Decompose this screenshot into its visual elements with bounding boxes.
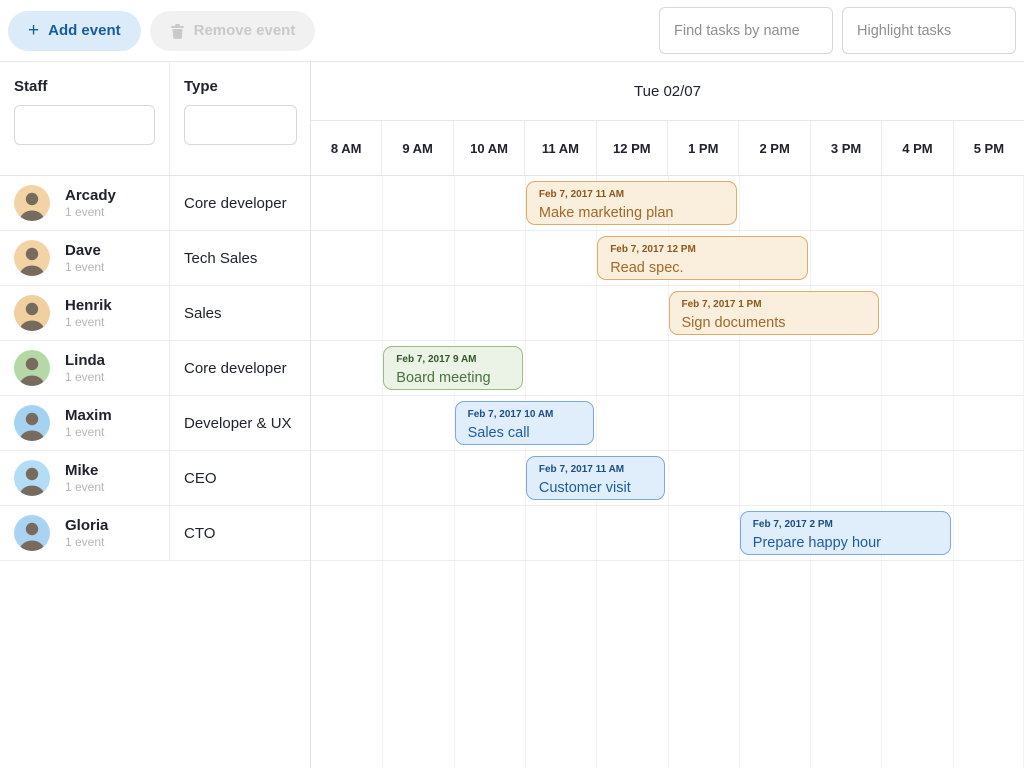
staff-cell: Arcady1 event <box>0 176 170 230</box>
avatar <box>14 295 50 331</box>
event-bar[interactable]: Feb 7, 2017 1 PM Sign documents <box>669 291 880 335</box>
avatar <box>14 460 50 496</box>
resource-name: Dave <box>65 242 104 260</box>
staff-cell: Linda1 event <box>0 341 170 395</box>
staff-cell: Dave1 event <box>0 231 170 285</box>
hour-header-cell: 11 AM <box>524 121 595 175</box>
type-cell: CTO <box>170 506 310 560</box>
hour-header-cell: 12 PM <box>596 121 667 175</box>
event-title: Board meeting <box>396 368 510 388</box>
type-column-header: Type <box>170 62 310 175</box>
resource-name: Linda <box>65 352 105 370</box>
resource-panel-header: Staff Type <box>0 62 310 176</box>
resource-row[interactable]: Linda1 eventCore developer <box>0 341 310 396</box>
type-cell: CEO <box>170 451 310 505</box>
event-bar[interactable]: Feb 7, 2017 10 AM Sales call <box>455 401 595 445</box>
event-date-label: Feb 7, 2017 9 AM <box>396 353 510 366</box>
event-title: Prepare happy hour <box>753 533 938 553</box>
event-title: Sign documents <box>682 313 867 333</box>
event-date-label: Feb 7, 2017 10 AM <box>468 408 582 421</box>
type-cell: Core developer <box>170 176 310 230</box>
type-cell: Tech Sales <box>170 231 310 285</box>
hour-header-cell: 8 AM <box>311 121 381 175</box>
avatar <box>14 240 50 276</box>
resource-row[interactable]: Mike1 eventCEO <box>0 451 310 506</box>
event-bar[interactable]: Feb 7, 2017 11 AM Make marketing plan <box>526 181 737 225</box>
staff-column-header: Staff <box>0 62 170 175</box>
remove-event-label: Remove event <box>194 22 296 39</box>
resource-event-count: 1 event <box>65 315 112 330</box>
hour-header-cell: 3 PM <box>810 121 881 175</box>
resource-row[interactable]: Henrik1 eventSales <box>0 286 310 341</box>
type-filter-input[interactable] <box>184 105 297 145</box>
resource-name: Gloria <box>65 517 108 535</box>
event-bar[interactable]: Feb 7, 2017 12 PM Read spec. <box>597 236 808 280</box>
resource-row[interactable]: Arcady1 eventCore developer <box>0 176 310 231</box>
resource-event-count: 1 event <box>65 425 112 440</box>
hour-header-cell: 2 PM <box>738 121 809 175</box>
event-date-label: Feb 7, 2017 11 AM <box>539 188 724 201</box>
resource-event-count: 1 event <box>65 205 116 220</box>
resource-event-count: 1 event <box>65 535 108 550</box>
event-title: Customer visit <box>539 478 653 498</box>
resource-name: Maxim <box>65 407 112 425</box>
type-cell: Developer & UX <box>170 396 310 450</box>
event-title: Make marketing plan <box>539 203 724 223</box>
event-date-label: Feb 7, 2017 11 AM <box>539 463 653 476</box>
avatar <box>14 350 50 386</box>
type-column-label: Type <box>184 78 310 95</box>
scheduler-app: + Add event Remove event Staff <box>0 0 1024 768</box>
timeline: Tue 02/07 8 AM9 AM10 AM11 AM12 PM1 PM2 P… <box>311 62 1024 768</box>
resource-name: Arcady <box>65 187 116 205</box>
hour-header-cell: 4 PM <box>881 121 952 175</box>
plus-icon: + <box>28 21 39 40</box>
highlight-tasks-input[interactable] <box>842 7 1016 54</box>
event-title: Sales call <box>468 423 582 443</box>
event-date-label: Feb 7, 2017 2 PM <box>753 518 938 531</box>
add-event-button[interactable]: + Add event <box>8 11 141 51</box>
staff-filter-input[interactable] <box>14 105 155 145</box>
scheduler-main: Staff Type Arcady1 eventCore developerDa… <box>0 62 1024 768</box>
resource-row[interactable]: Dave1 eventTech Sales <box>0 231 310 286</box>
avatar <box>14 405 50 441</box>
event-bar[interactable]: Feb 7, 2017 9 AM Board meeting <box>383 346 523 390</box>
find-tasks-input[interactable] <box>659 7 833 54</box>
staff-cell: Maxim1 event <box>0 396 170 450</box>
hour-header-cell: 1 PM <box>667 121 738 175</box>
type-cell: Sales <box>170 286 310 340</box>
event-date-label: Feb 7, 2017 1 PM <box>682 298 867 311</box>
staff-cell: Gloria1 event <box>0 506 170 560</box>
hour-header-cell: 9 AM <box>381 121 452 175</box>
event-bar[interactable]: Feb 7, 2017 2 PM Prepare happy hour <box>740 511 951 555</box>
hour-header-cell: 5 PM <box>953 121 1024 175</box>
trash-icon <box>170 23 185 39</box>
type-cell: Core developer <box>170 341 310 395</box>
hour-header: 8 AM9 AM10 AM11 AM12 PM1 PM2 PM3 PM4 PM5… <box>311 121 1024 176</box>
staff-cell: Mike1 event <box>0 451 170 505</box>
timeline-body: Feb 7, 2017 11 AMMake marketing planFeb … <box>311 176 1024 768</box>
resource-event-count: 1 event <box>65 260 104 275</box>
resource-name: Henrik <box>65 297 112 315</box>
day-header: Tue 02/07 <box>311 62 1024 121</box>
resource-rows: Arcady1 eventCore developerDave1 eventTe… <box>0 176 310 561</box>
event-date-label: Feb 7, 2017 12 PM <box>610 243 795 256</box>
event-title: Read spec. <box>610 258 795 278</box>
remove-event-button[interactable]: Remove event <box>150 11 316 51</box>
toolbar: + Add event Remove event <box>0 0 1024 62</box>
avatar <box>14 185 50 221</box>
add-event-label: Add event <box>48 22 121 39</box>
staff-column-label: Staff <box>14 78 169 95</box>
staff-cell: Henrik1 event <box>0 286 170 340</box>
resource-event-count: 1 event <box>65 480 104 495</box>
resource-row[interactable]: Maxim1 eventDeveloper & UX <box>0 396 310 451</box>
resource-name: Mike <box>65 462 104 480</box>
event-layer: Feb 7, 2017 11 AMMake marketing planFeb … <box>311 176 1024 768</box>
event-bar[interactable]: Feb 7, 2017 11 AM Customer visit <box>526 456 666 500</box>
resource-event-count: 1 event <box>65 370 105 385</box>
hour-header-cell: 10 AM <box>453 121 524 175</box>
resource-row[interactable]: Gloria1 eventCTO <box>0 506 310 561</box>
avatar <box>14 515 50 551</box>
resource-panel: Staff Type Arcady1 eventCore developerDa… <box>0 62 311 768</box>
